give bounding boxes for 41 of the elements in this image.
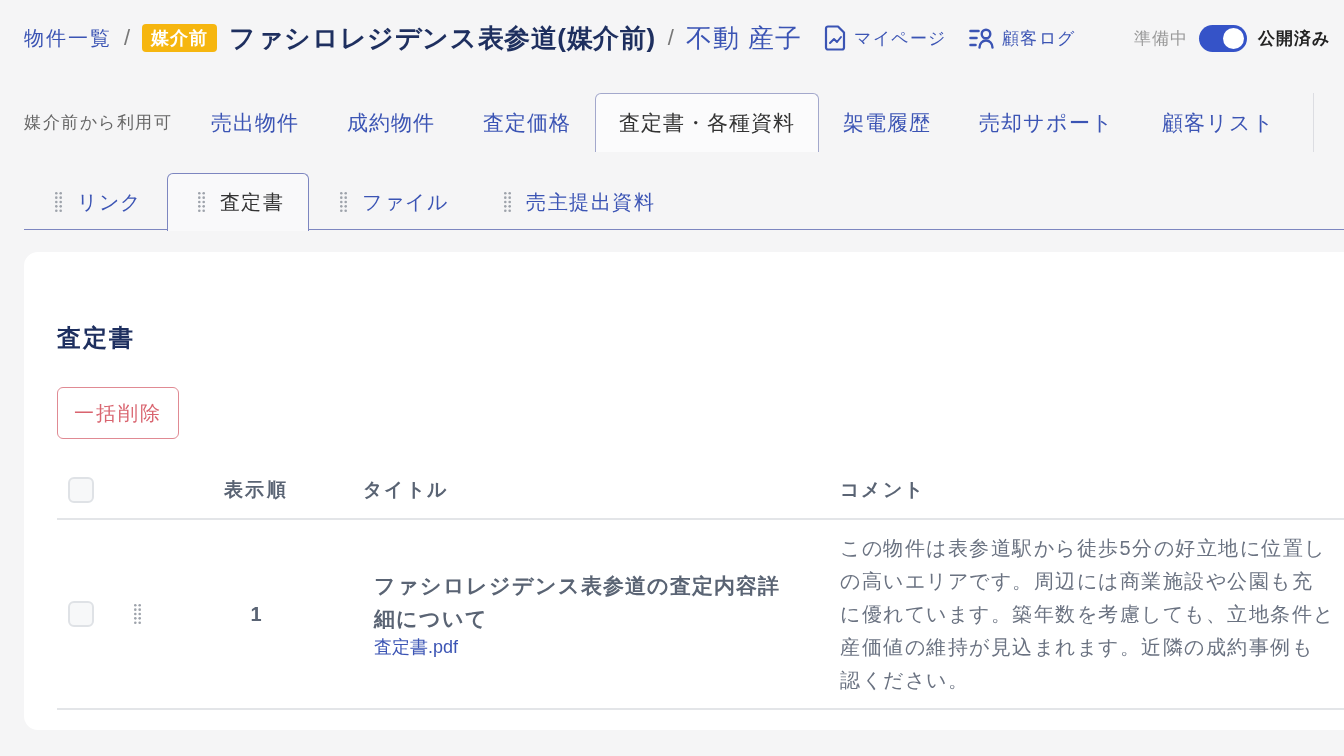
header-link[interactable]: 顧客ログ <box>968 26 1076 50</box>
order-number: 1 <box>250 602 262 626</box>
checkbox[interactable] <box>68 477 94 503</box>
user-name-link[interactable]: 不動 産子 <box>685 20 802 56</box>
grip-icon <box>55 192 62 213</box>
file-link[interactable]: 査定書.pdf <box>374 635 459 659</box>
sub-tab[interactable]: 査定書 <box>166 173 309 231</box>
tab[interactable]: 成約物件 <box>323 93 459 152</box>
checkbox[interactable] <box>68 601 94 627</box>
list-person-icon <box>968 27 994 49</box>
tab[interactable]: 査定価格 <box>459 93 595 152</box>
tab-group-label: 媒介前から利用可 <box>24 112 172 134</box>
breadcrumb-separator: / <box>667 25 674 51</box>
property-title: ファシロレジデンス表参道(媒介前) <box>229 21 656 55</box>
status-badge: 媒介前 <box>142 24 218 52</box>
breadcrumb-link[interactable]: 物件一覧 <box>24 24 112 52</box>
grip-icon <box>504 192 511 213</box>
bulk-delete-button[interactable]: 一括削除 <box>57 387 179 439</box>
breadcrumb-separator: / <box>124 25 131 51</box>
tab[interactable]: 売出物件 <box>187 93 323 152</box>
document-title: ファシロレジデンス表参道の査定内容詳細について <box>374 573 781 632</box>
toggle-switch[interactable] <box>1199 24 1247 52</box>
document-chart-icon <box>824 25 846 51</box>
tab[interactable]: 架電履歴 <box>819 93 955 152</box>
toggle-label: 準備中 <box>1134 27 1188 50</box>
column-header: コメント <box>840 478 926 502</box>
sub-tab[interactable]: 売主提出資料 <box>473 173 680 231</box>
section-title: 査定書 <box>57 323 135 353</box>
sub-tab[interactable]: ファイル <box>309 173 473 231</box>
column-header: 表示順 <box>224 478 288 502</box>
toggle-label: 公開済み <box>1258 27 1330 50</box>
drag-handle-icon[interactable] <box>134 604 141 624</box>
tab[interactable]: 売却サポート <box>955 93 1138 152</box>
sub-tab[interactable]: リンク <box>24 173 167 231</box>
comment-text: この物件は表参道駅から徒歩5分の好立地に位置し の高いエリアです。周辺には商業施設や公園も充 に優れています。築年数を考慮しても、立地条件と 産価値の維持が見込まれます。近隣の成約事例も 認ください。 <box>840 535 1335 693</box>
tab[interactable]: 顧客リスト <box>1138 93 1299 152</box>
column-header: タイトル <box>363 478 449 502</box>
grip-icon <box>340 192 347 213</box>
header-link[interactable]: マイページ <box>824 25 947 51</box>
grip-icon <box>197 192 205 213</box>
tab[interactable]: 査定書・各種資料 <box>595 93 819 152</box>
